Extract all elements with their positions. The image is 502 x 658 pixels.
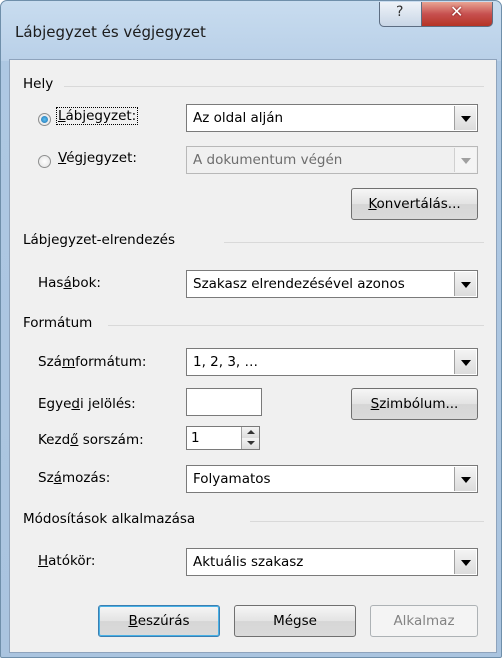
insert-button[interactable]: Beszúrás bbox=[98, 605, 220, 637]
section-divider bbox=[250, 521, 484, 522]
footnote-label[interactable]: Lábjegyzet: bbox=[55, 107, 139, 125]
start-at-value: 1 bbox=[191, 430, 200, 446]
footnote-radio[interactable] bbox=[38, 113, 51, 126]
convert-button[interactable]: Konvertálás... bbox=[351, 188, 478, 220]
help-icon: ? bbox=[396, 4, 404, 20]
section-apply-heading: Módosítások alkalmazása bbox=[23, 511, 196, 527]
symbol-button[interactable]: Szimbólum... bbox=[351, 388, 478, 420]
scope-value: Aktuális szakasz bbox=[193, 554, 304, 570]
cancel-button[interactable]: Mégse bbox=[234, 605, 356, 637]
endnote-radio[interactable] bbox=[38, 155, 51, 168]
chevron-down-icon[interactable] bbox=[454, 550, 476, 574]
start-at-spinner[interactable]: 1 bbox=[186, 426, 260, 450]
columns-label: Hasábok: bbox=[38, 275, 101, 291]
footnote-location-value: Az oldal alján bbox=[193, 110, 284, 126]
numbering-label: Számozás: bbox=[38, 470, 111, 486]
scope-select[interactable]: Aktuális szakasz bbox=[186, 548, 478, 576]
numbering-select[interactable]: Folyamatos bbox=[186, 465, 478, 493]
close-icon: ✕ bbox=[450, 2, 464, 21]
endnote-location-select: A dokumentum végén bbox=[186, 146, 478, 174]
chevron-down-icon[interactable] bbox=[454, 106, 476, 130]
dialog-body: Hely Lábjegyzet: Az oldal alján Végjegyz… bbox=[9, 59, 497, 653]
dialog-title: Lábjegyzet és végjegyzet bbox=[15, 23, 206, 41]
number-format-label: Számformátum: bbox=[38, 354, 147, 370]
apply-button: Alkalmaz bbox=[370, 605, 478, 637]
dialog-window: Lábjegyzet és végjegyzet ? ✕ Hely Lábjeg… bbox=[0, 0, 502, 658]
endnote-location-value: A dokumentum végén bbox=[193, 152, 343, 168]
section-format-heading: Formátum bbox=[23, 315, 93, 331]
start-at-label: Kezdő sorszám: bbox=[38, 432, 144, 448]
scope-label: Hatókör: bbox=[38, 553, 96, 569]
spin-down-icon[interactable] bbox=[241, 438, 259, 449]
chevron-down-icon bbox=[454, 148, 476, 172]
section-layout-heading: Lábjegyzet-elrendezés bbox=[23, 232, 176, 248]
custom-mark-input[interactable] bbox=[186, 388, 262, 416]
columns-select[interactable]: Szakasz elrendezésével azonos bbox=[186, 270, 478, 298]
help-button[interactable]: ? bbox=[379, 2, 423, 27]
number-format-select[interactable]: 1, 2, 3, … bbox=[186, 348, 478, 376]
chevron-down-icon[interactable] bbox=[454, 467, 476, 491]
close-button[interactable]: ✕ bbox=[421, 2, 493, 27]
number-format-value: 1, 2, 3, … bbox=[193, 354, 259, 370]
section-location-heading: Hely bbox=[23, 76, 54, 92]
columns-value: Szakasz elrendezésével azonos bbox=[193, 276, 405, 292]
custom-mark-label: Egyedi jelölés: bbox=[38, 396, 136, 412]
endnote-label[interactable]: Végjegyzet: bbox=[58, 150, 137, 166]
numbering-value: Folyamatos bbox=[193, 471, 271, 487]
chevron-down-icon[interactable] bbox=[454, 272, 476, 296]
section-divider bbox=[108, 325, 484, 326]
section-divider bbox=[224, 242, 484, 243]
chevron-down-icon[interactable] bbox=[454, 350, 476, 374]
footnote-location-select[interactable]: Az oldal alján bbox=[186, 104, 478, 132]
section-divider bbox=[64, 86, 484, 87]
